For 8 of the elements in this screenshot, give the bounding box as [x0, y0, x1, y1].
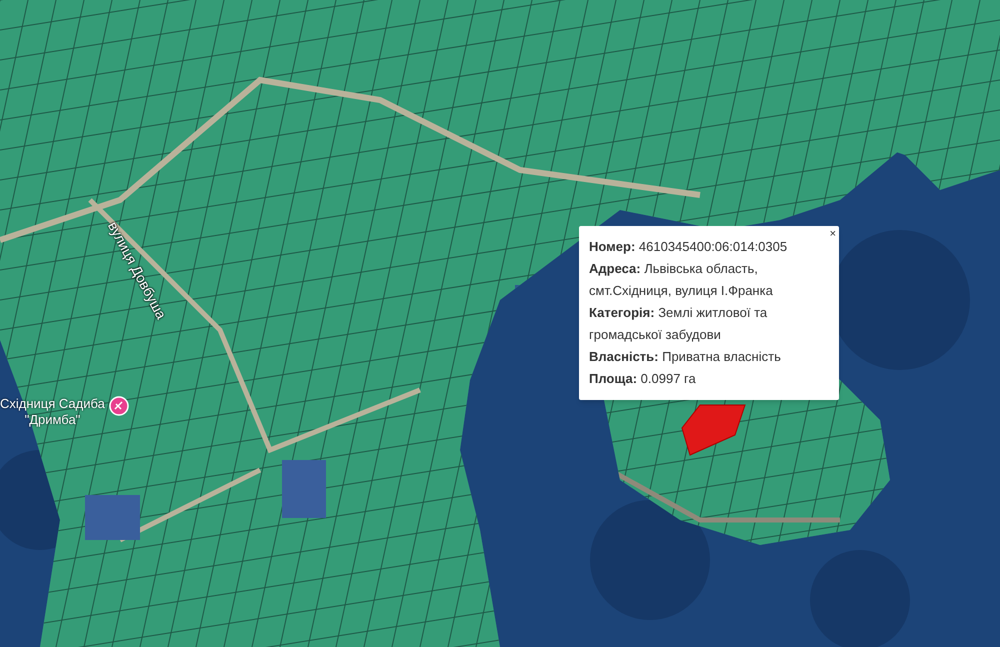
- place-label[interactable]: Східниця Садиба "Дримба": [0, 396, 105, 428]
- map-pin-icon[interactable]: [108, 396, 129, 416]
- info-line: Категорія: Землі житлової та громадської забудови: [589, 304, 768, 344]
- info-line: Власність: Приватна власність: [589, 348, 782, 366]
- close-button[interactable]: ×: [830, 227, 836, 241]
- info-line: Адреса: Львівська область, смт.Східниця, вулиця І.Франка: [589, 260, 774, 300]
- info-line: Площа: 0.0997 га: [589, 370, 697, 388]
- info-line: Номер: 4610345400:06:014:0305: [589, 238, 788, 256]
